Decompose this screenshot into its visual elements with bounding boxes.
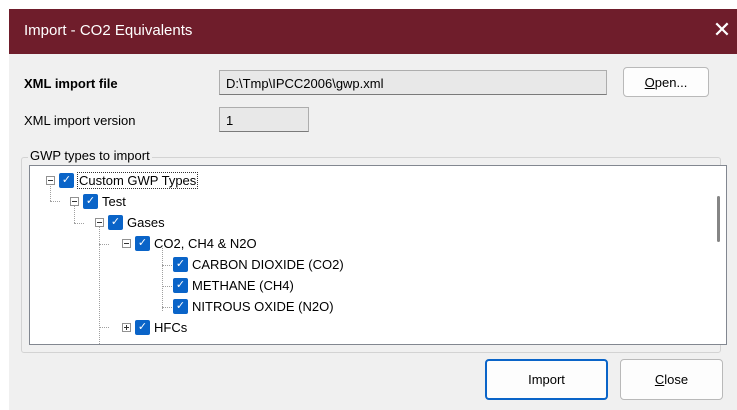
import-button[interactable]: Import <box>485 359 608 400</box>
tree-node-label: Test <box>102 193 126 209</box>
xml-file-label: XML import file <box>24 76 118 91</box>
tree-node-label: CO2, CH4 & N2O <box>154 235 257 251</box>
tree-node-label: METHANE (CH4) <box>192 277 294 293</box>
close-button-accel: C <box>654 372 665 387</box>
title-bar: Import - CO2 Equivalents ✕ <box>9 9 737 54</box>
close-window-icon[interactable]: ✕ <box>711 16 733 44</box>
tree-scrollbar-thumb[interactable] <box>717 196 720 242</box>
checkmark-icon[interactable]: ✓ <box>173 277 188 293</box>
tree-node-co2-ch4-n2o[interactable]: ✓ CO2, CH4 & N2O <box>122 233 258 253</box>
checkmark-icon[interactable]: ✓ <box>83 193 98 209</box>
open-button-accel: O <box>644 74 655 90</box>
tree-node-methane[interactable]: ✓ METHANE (CH4) <box>173 275 295 295</box>
tree-node-label: Custom GWP Types <box>77 171 199 189</box>
tree-node-test[interactable]: ✓ Test <box>70 191 127 211</box>
collapse-icon[interactable] <box>46 175 55 185</box>
tree-node-label: Gases <box>127 214 165 230</box>
checkmark-icon[interactable]: ✓ <box>173 256 188 272</box>
open-button[interactable]: Open... <box>623 67 709 97</box>
xml-version-field[interactable]: 1 <box>219 107 309 132</box>
close-button[interactable]: Close <box>620 359 723 400</box>
checkmark-icon[interactable]: ✓ <box>108 214 123 230</box>
collapse-icon[interactable] <box>70 196 79 206</box>
tree-node-hfcs[interactable]: ✓ HFCs <box>122 317 188 337</box>
checkmark-icon[interactable]: ✓ <box>135 235 150 251</box>
open-button-label: pen... <box>654 74 688 90</box>
tree-node-custom-gwp-types[interactable]: ✓ Custom GWP Types <box>46 170 199 190</box>
window-title: Import - CO2 Equivalents <box>24 22 193 39</box>
tree-node-label: CARBON DIOXIDE (CO2) <box>192 256 344 272</box>
checkmark-icon[interactable]: ✓ <box>135 319 150 335</box>
tree-node-label: NITROUS OXIDE (N2O) <box>192 298 334 314</box>
gwp-group-label: GWP types to import <box>28 148 152 163</box>
xml-version-label: XML import version <box>24 113 136 128</box>
checkmark-icon[interactable]: ✓ <box>173 298 188 314</box>
checkmark-icon[interactable]: ✓ <box>59 172 74 188</box>
collapse-icon[interactable] <box>122 238 131 248</box>
gwp-tree[interactable]: ✓ Custom GWP Types ✓ Test ✓ Gases ✓ CO2,… <box>29 165 727 345</box>
close-button-label: lose <box>664 372 689 387</box>
collapse-icon[interactable] <box>95 217 104 227</box>
xml-file-path-field[interactable]: D:\Tmp\IPCC2006\gwp.xml <box>219 70 607 95</box>
import-dialog: Import - CO2 Equivalents ✕ XML import fi… <box>9 9 737 410</box>
expand-icon[interactable] <box>122 322 131 332</box>
tree-node-carbon-dioxide[interactable]: ✓ CARBON DIOXIDE (CO2) <box>173 254 345 274</box>
tree-node-label: HFCs <box>154 319 188 335</box>
tree-node-nitrous-oxide[interactable]: ✓ NITROUS OXIDE (N2O) <box>173 296 335 316</box>
tree-node-gases[interactable]: ✓ Gases <box>95 212 166 232</box>
import-button-label: Import <box>528 372 565 387</box>
